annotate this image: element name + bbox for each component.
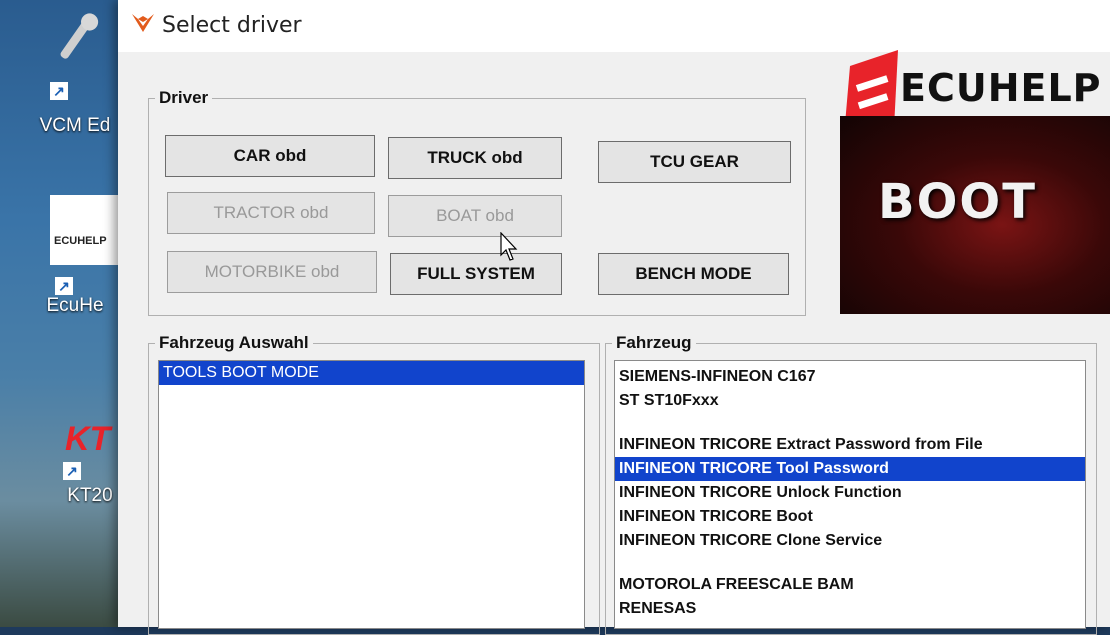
- car-obd-button[interactable]: CAR obd: [165, 135, 375, 177]
- list-item[interactable]: ST ST10Fxxx: [615, 389, 1085, 413]
- window-title: Select driver: [162, 13, 302, 38]
- title-bar[interactable]: Select driver: [118, 0, 1110, 52]
- tcu-gear-button[interactable]: TCU GEAR: [598, 141, 791, 183]
- list-item-spacer: [615, 413, 1085, 433]
- vehicle-legend: Fahrzeug: [616, 333, 692, 352]
- truck-obd-button[interactable]: TRUCK obd: [388, 137, 562, 179]
- boat-obd-button[interactable]: BOAT obd: [388, 195, 562, 237]
- select-driver-window: Select driver Driver CAR obd TRUCK obd T…: [118, 0, 1110, 635]
- shortcut-arrow-icon: ↗: [50, 82, 68, 100]
- shortcut-arrow-icon: ↗: [63, 462, 81, 480]
- vcm-wrench-icon: [60, 13, 99, 59]
- driver-group-legend: Driver: [159, 88, 209, 107]
- list-item[interactable]: TOOLS BOOT MODE: [159, 361, 584, 385]
- ecuhelp-logo-area: ECUHELP BOOT: [840, 48, 1110, 314]
- list-item[interactable]: INFINEON TRICORE Unlock Function: [615, 481, 1085, 505]
- fox-icon: [132, 14, 154, 32]
- desktop-icon-label: VCM Ed: [39, 115, 111, 136]
- vehicle-selection-list[interactable]: TOOLS BOOT MODE: [158, 360, 585, 629]
- desktop-icon-ecuhelp[interactable]: ECUHELP ↗ EcuHe: [10, 195, 130, 317]
- shortcut-arrow-icon: ↗: [55, 277, 73, 295]
- full-system-button[interactable]: FULL SYSTEM: [390, 253, 562, 295]
- list-item[interactable]: MOTOROLA FREESCALE BAM: [615, 573, 1085, 597]
- vehicle-selection-legend: Fahrzeug Auswahl: [159, 333, 309, 352]
- bench-mode-button[interactable]: BENCH MODE: [598, 253, 789, 295]
- list-item[interactable]: INFINEON TRICORE Extract Password from F…: [615, 433, 1085, 457]
- list-item[interactable]: RENESAS: [615, 597, 1085, 621]
- desktop-icon-label: EcuHe: [46, 295, 104, 316]
- desktop-icon-vcm[interactable]: ↗ VCM Ed: [20, 10, 130, 137]
- boot-banner-text: BOOT: [878, 174, 1037, 230]
- ecuhelp-badge-text: ECUHELP: [54, 235, 107, 247]
- ecuhelp-logo-text: ECUHELP: [900, 66, 1102, 110]
- list-item-spacer: [615, 553, 1085, 573]
- vehicle-list[interactable]: SIEMENS-INFINEON C167 ST ST10Fxxx INFINE…: [614, 360, 1086, 629]
- list-item[interactable]: SIEMENS-INFINEON C167: [615, 365, 1085, 389]
- boot-banner: BOOT: [840, 116, 1110, 314]
- mouse-pointer-icon: [500, 232, 518, 261]
- motorbike-obd-button[interactable]: MOTORBIKE obd: [167, 251, 377, 293]
- tractor-obd-button[interactable]: TRACTOR obd: [167, 192, 375, 234]
- list-item[interactable]: INFINEON TRICORE Boot: [615, 505, 1085, 529]
- list-item[interactable]: INFINEON TRICORE Clone Service: [615, 529, 1085, 553]
- list-item-selected[interactable]: INFINEON TRICORE Tool Password: [615, 457, 1085, 481]
